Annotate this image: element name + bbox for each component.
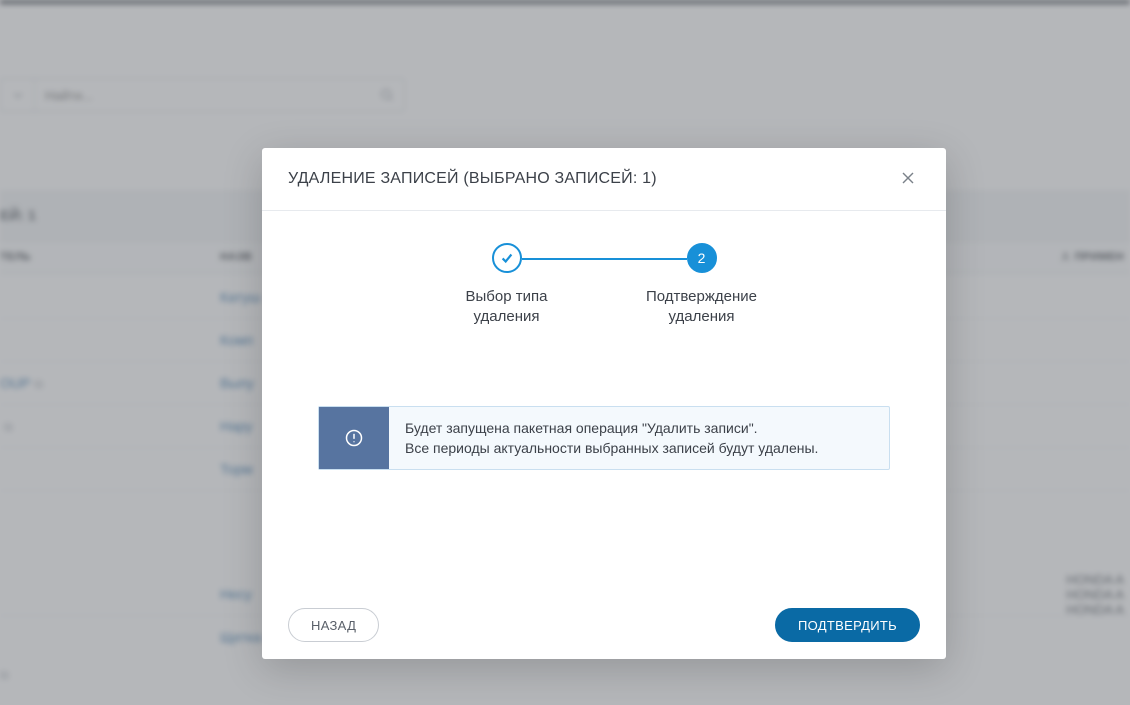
step-1-label: Выбор типа удаления [432,287,582,328]
info-text: Будет запущена пакетная операция "Удалит… [389,407,889,470]
back-button[interactable]: НАЗАД [288,608,379,642]
check-icon [492,243,522,273]
modal-footer: НАЗАД ПОДТВЕРДИТЬ [262,591,946,659]
modal-header: УДАЛЕНИЕ ЗАПИСЕЙ (ВЫБРАНО ЗАПИСЕЙ: 1) [262,148,946,211]
modal-body: Выбор типа удаления 2 Подтверждение удал… [262,211,946,591]
step-2-number: 2 [687,243,717,273]
close-icon [900,170,916,189]
close-button[interactable] [896,167,920,191]
step-1: Выбор типа удаления [422,243,592,328]
delete-records-modal: УДАЛЕНИЕ ЗАПИСЕЙ (ВЫБРАНО ЗАПИСЕЙ: 1) Вы… [262,148,946,659]
stepper: Выбор типа удаления 2 Подтверждение удал… [288,243,920,328]
confirm-button[interactable]: ПОДТВЕРДИТЬ [775,608,920,642]
step-2-label: Подтверждение удаления [627,287,777,328]
info-line-2: Все периоды актуальности выбранных запис… [405,438,873,458]
info-banner: Будет запущена пакетная операция "Удалит… [318,406,890,471]
info-line-1: Будет запущена пакетная операция "Удалит… [405,418,873,438]
modal-title: УДАЛЕНИЕ ЗАПИСЕЙ (ВЫБРАНО ЗАПИСЕЙ: 1) [288,170,657,188]
info-icon [319,407,389,470]
step-2: 2 Подтверждение удаления [617,243,787,328]
